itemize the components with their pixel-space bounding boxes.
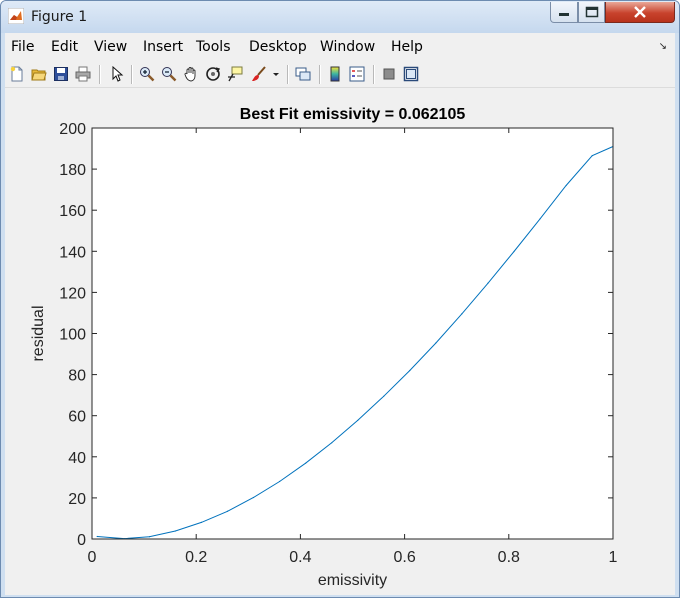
menu-window[interactable]: Window	[320, 39, 375, 55]
maximize-icon	[585, 6, 598, 18]
data-point	[174, 530, 176, 532]
link-plot-icon[interactable]	[295, 66, 311, 82]
window-client-area: File Edit View Insert Tools Desktop Wind…	[5, 33, 675, 595]
menu-file[interactable]: File	[11, 39, 34, 55]
data-point	[539, 218, 541, 220]
y-tick-label: 20	[68, 491, 86, 508]
insert-colorbar-icon[interactable]	[327, 66, 343, 82]
new-figure-icon[interactable]	[9, 66, 25, 82]
zoom-in-icon[interactable]	[139, 66, 155, 82]
axes-background[interactable]	[92, 128, 613, 539]
save-icon[interactable]	[53, 66, 69, 82]
y-tick-label: 140	[59, 244, 86, 261]
pan-hand-icon[interactable]	[183, 66, 199, 82]
toolbar-separator	[99, 65, 100, 84]
insert-legend-icon[interactable]	[349, 66, 365, 82]
x-tick-label: 0.8	[498, 549, 520, 566]
close-icon	[634, 6, 646, 18]
edit-plot-arrow-icon[interactable]	[109, 66, 125, 82]
maximize-button[interactable]	[578, 2, 605, 23]
window-title: Figure 1	[31, 9, 88, 25]
brush-icon[interactable]	[251, 66, 267, 82]
data-point	[331, 442, 333, 444]
data-point	[252, 496, 255, 499]
x-axis-label: emissivity	[318, 572, 387, 589]
data-point	[96, 535, 98, 538]
y-tick-label: 180	[59, 162, 86, 179]
menu-bar: File Edit View Insert Tools Desktop Wind…	[5, 33, 675, 61]
y-tick-label: 40	[68, 450, 86, 467]
data-point	[305, 462, 307, 464]
data-point	[383, 395, 385, 397]
zoom-out-icon[interactable]	[161, 66, 177, 82]
matlab-logo-icon	[8, 8, 24, 24]
data-point	[148, 536, 150, 538]
toolbar-separator	[287, 65, 288, 84]
data-point	[487, 282, 489, 284]
data-cursor-icon[interactable]	[227, 66, 243, 82]
x-tick-label: 0.6	[393, 549, 415, 566]
menu-view[interactable]: View	[94, 39, 127, 55]
figure-toolbar	[5, 61, 675, 88]
hide-plot-tools-icon[interactable]	[381, 66, 397, 82]
figure-window: Figure 1 File Edit View Insert Tools Des…	[0, 0, 680, 598]
y-tick-label: 60	[68, 409, 86, 426]
data-point	[461, 313, 463, 315]
data-point	[435, 342, 437, 344]
data-point	[200, 521, 203, 523]
y-tick-label: 100	[59, 327, 86, 344]
close-button[interactable]	[605, 2, 675, 23]
figure-canvas[interactable]: 0 0.2 0.4 0.6 0.8 1 0 20 40 60 80 100 120 140 160 180 2…	[5, 89, 675, 595]
x-tick-label: 0.2	[185, 549, 207, 566]
dock-arrow-icon[interactable]: ↘	[659, 41, 667, 52]
y-axis-label: residual	[30, 305, 47, 361]
toolbar-separator	[373, 65, 374, 84]
data-point	[513, 250, 515, 253]
data-point	[591, 155, 593, 157]
menu-help[interactable]: Help	[391, 39, 423, 55]
chart-title: Best Fit emissivity = 0.062105	[240, 106, 466, 123]
open-file-icon[interactable]	[31, 66, 47, 82]
x-tick-label: 0	[88, 549, 97, 566]
minimize-button[interactable]	[550, 2, 578, 23]
menu-insert[interactable]: Insert	[143, 39, 183, 55]
brush-dropdown-icon[interactable]	[271, 66, 281, 82]
y-tick-label: 0	[77, 532, 86, 549]
data-point	[278, 480, 281, 483]
x-tick-label: 0.4	[289, 549, 311, 566]
plot-svg: 0 0.2 0.4 0.6 0.8 1 0 20 40 60 80 100 120 140 160 180 2…	[30, 106, 618, 589]
data-point	[357, 419, 359, 422]
data-point	[226, 510, 229, 512]
data-point	[565, 184, 567, 187]
y-tick-label: 200	[59, 121, 86, 138]
y-tick-label: 120	[59, 285, 86, 302]
x-tick-label: 1	[609, 549, 618, 566]
minimize-icon	[559, 13, 569, 16]
toolbar-separator	[131, 65, 132, 84]
print-icon[interactable]	[75, 66, 91, 82]
menu-tools[interactable]: Tools	[196, 39, 231, 55]
rotate-3d-icon[interactable]	[205, 66, 221, 82]
title-bar[interactable]: Figure 1	[1, 1, 679, 33]
y-tick-label: 80	[68, 368, 86, 385]
data-point	[409, 369, 411, 372]
show-plot-tools-icon[interactable]	[403, 66, 419, 82]
toolbar-separator	[319, 65, 320, 84]
y-tick-label: 160	[59, 203, 86, 220]
menu-desktop[interactable]: Desktop	[249, 39, 307, 55]
menu-edit[interactable]: Edit	[51, 39, 78, 55]
